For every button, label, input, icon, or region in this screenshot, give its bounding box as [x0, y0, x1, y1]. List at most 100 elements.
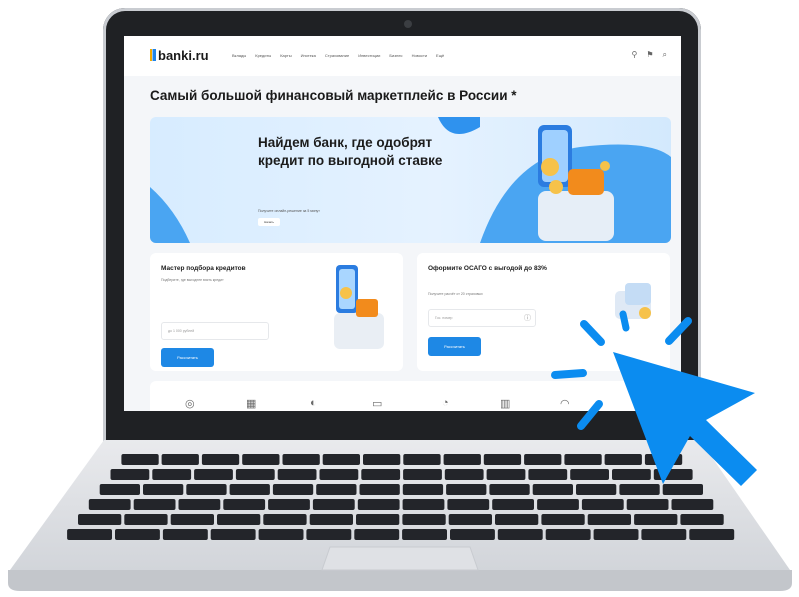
building-icon[interactable]: ▦ [246, 397, 256, 410]
plate-input[interactable]: Гос. номер [428, 309, 536, 327]
site-logo[interactable]: banki.ru [150, 48, 209, 63]
keyboard-key[interactable] [115, 529, 160, 540]
keyboard-key[interactable] [272, 484, 314, 495]
hero-title: Найдем банк, где одобрят кредит по выгод… [258, 135, 443, 169]
keyboard-key[interactable] [178, 499, 221, 510]
menu-item[interactable]: Ипотека [301, 53, 316, 58]
keyboard-key[interactable] [277, 469, 317, 480]
keyboard-key[interactable] [282, 454, 320, 465]
keyboard-key[interactable] [124, 514, 168, 525]
keyboard-key[interactable] [229, 484, 270, 495]
calculate-button[interactable]: Рассчитать [161, 348, 214, 367]
keyboard-key[interactable] [268, 499, 310, 510]
user-icon[interactable]: ⚲ [631, 50, 637, 60]
coin-icon[interactable]: ◎ [185, 397, 195, 410]
keyboard-key[interactable] [495, 514, 539, 525]
keyboard-key[interactable] [359, 484, 400, 495]
hero-button[interactable]: Начать [258, 218, 280, 226]
keyboard-key[interactable] [258, 529, 304, 540]
keyboard-key[interactable] [671, 499, 714, 510]
keyboard-key[interactable] [162, 529, 208, 540]
location-icon[interactable]: ⚑ [646, 50, 653, 60]
keyboard-key[interactable] [235, 469, 275, 480]
keyboard-key[interactable] [545, 529, 591, 540]
menu-item[interactable]: Вклады [232, 53, 246, 58]
search-icon[interactable]: ⌕ [663, 50, 667, 60]
trackpad[interactable] [321, 546, 479, 571]
keyboard-key[interactable] [242, 454, 280, 465]
keyboard-key[interactable] [312, 499, 355, 510]
keyboard-key[interactable] [497, 529, 543, 540]
keyboard-key[interactable] [402, 499, 445, 510]
keyboard-key[interactable] [121, 454, 159, 465]
keyboard-key[interactable] [99, 484, 140, 495]
keyboard-key[interactable] [357, 499, 400, 510]
calculate-button[interactable]: Рассчитать [428, 337, 481, 356]
keyboard-key[interactable] [446, 484, 487, 495]
keyboard-key[interactable] [626, 499, 669, 510]
keyboard-key[interactable] [356, 514, 400, 525]
keyboard-key[interactable] [67, 529, 112, 540]
menu-item[interactable]: Страхование [325, 53, 349, 58]
keyboard-key[interactable] [402, 514, 446, 525]
keyboard-key[interactable] [319, 469, 359, 480]
keyboard-key[interactable] [170, 514, 214, 525]
hero-banner[interactable]: Найдем банк, где одобрят кредит по выгод… [150, 117, 671, 243]
keyboard-key[interactable] [210, 529, 256, 540]
keyboard-key[interactable] [186, 484, 227, 495]
keyboard-key[interactable] [309, 514, 353, 525]
menu-item[interactable]: Ещё [436, 53, 444, 58]
keyboard-key[interactable] [161, 454, 199, 465]
keyboard-key[interactable] [483, 454, 522, 465]
keyboard-key[interactable] [489, 484, 530, 495]
keyboard-key[interactable] [402, 529, 447, 540]
keyboard-key[interactable] [689, 529, 735, 540]
keyboard-key[interactable] [306, 529, 352, 540]
keyboard-key[interactable] [593, 529, 639, 540]
keyboard-key[interactable] [537, 499, 579, 510]
keyboard-key[interactable] [363, 454, 401, 465]
keyboard-key[interactable] [403, 469, 442, 480]
keyboard-key[interactable] [201, 454, 240, 465]
keyboard-key[interactable] [581, 499, 624, 510]
keyboard-key[interactable] [88, 499, 131, 510]
keyboard-key[interactable] [223, 499, 266, 510]
keyboard-key[interactable] [361, 469, 401, 480]
keyboard-key[interactable] [541, 514, 585, 525]
keyboard-key[interactable] [152, 469, 192, 480]
keyboard-key[interactable] [448, 514, 492, 525]
keyboard-key[interactable] [402, 484, 444, 495]
keyboard-key[interactable] [217, 514, 261, 525]
card-icon[interactable]: ▭ [372, 397, 382, 410]
keyboard-key[interactable] [634, 514, 678, 525]
menu-item[interactable]: Бизнес [389, 53, 402, 58]
keyboard-key[interactable] [403, 454, 441, 465]
keyboard-key[interactable] [680, 514, 724, 525]
keyboard-key[interactable] [322, 454, 360, 465]
menu-item[interactable]: Карты [280, 53, 291, 58]
menu-item[interactable]: Кредиты [255, 53, 271, 58]
amount-input[interactable]: до 1 000 рублей [161, 322, 269, 340]
keyboard-key[interactable] [316, 484, 357, 495]
clock-icon[interactable]: ◔ [442, 397, 449, 409]
keyboard-key[interactable] [354, 529, 400, 540]
keyboard-key[interactable] [110, 469, 150, 480]
keyboard-key[interactable] [492, 499, 534, 510]
keyboard-key[interactable] [641, 529, 687, 540]
base-front-edge [8, 570, 792, 591]
keyboard-key[interactable] [443, 454, 481, 465]
wallet-icon[interactable]: ◐ [310, 397, 317, 409]
keyboard-key[interactable] [78, 514, 122, 525]
menu-item[interactable]: Инвестиции [358, 53, 380, 58]
keyboard-key[interactable] [263, 514, 307, 525]
chart-icon[interactable]: ▥ [500, 397, 510, 410]
keyboard-key[interactable] [486, 469, 526, 480]
keyboard-key[interactable] [143, 484, 184, 495]
menu-item[interactable]: Новости [412, 53, 427, 58]
keyboard-key[interactable] [450, 529, 495, 540]
keyboard-key[interactable] [133, 499, 176, 510]
keyboard-key[interactable] [447, 499, 490, 510]
keyboard-key[interactable] [587, 514, 631, 525]
keyboard-key[interactable] [194, 469, 233, 480]
keyboard-key[interactable] [444, 469, 484, 480]
